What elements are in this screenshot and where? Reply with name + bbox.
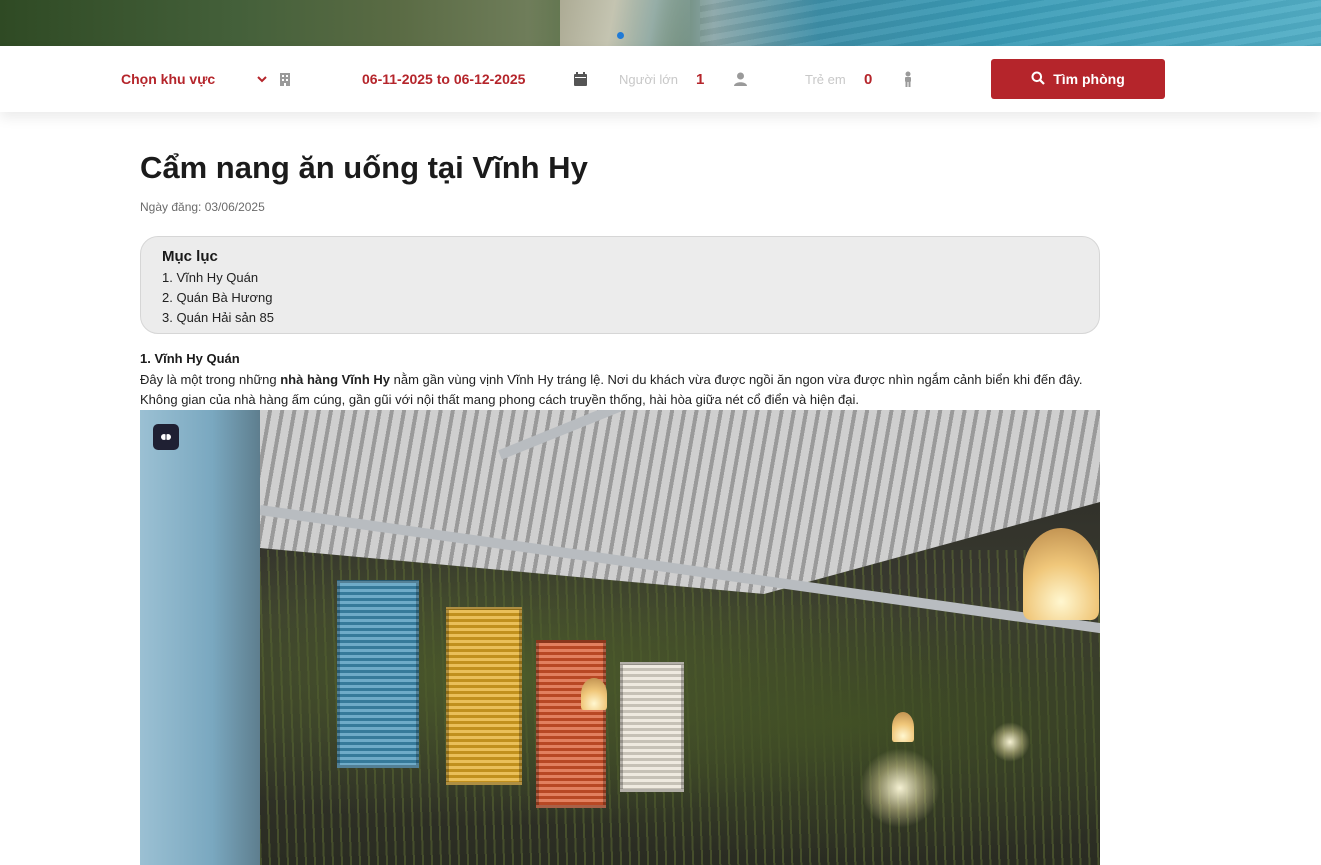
table-of-contents: Mục lục 1. Vĩnh Hy Quán 2. Quán Bà Hương… <box>140 236 1100 334</box>
hero-banner-image <box>0 0 1321 46</box>
publish-date: Ngày đăng: 03/06/2025 <box>140 200 265 214</box>
toc-item[interactable]: 1. Vĩnh Hy Quán <box>162 268 1078 288</box>
chevron-down-icon[interactable] <box>256 46 268 112</box>
building-icon <box>278 46 292 112</box>
paragraph-bold-text: nhà hàng Vĩnh Hy <box>280 372 391 387</box>
section-paragraph: Đây là một trong những nhà hàng Vĩnh Hy … <box>140 370 1100 410</box>
child-icon <box>903 46 913 112</box>
children-count[interactable]: 0 <box>864 46 872 112</box>
photo-light-glow <box>860 748 940 828</box>
search-button-label: Tìm phòng <box>1053 71 1125 87</box>
photo-lamp <box>581 678 607 710</box>
photo-shutter-blue <box>337 580 419 768</box>
toc-item[interactable]: 2. Quán Bà Hương <box>162 288 1078 308</box>
photo-lamp <box>1023 528 1099 620</box>
hero-rocks <box>560 0 690 46</box>
area-select[interactable]: Chọn khu vực <box>121 46 215 112</box>
photo-shutter-orange <box>536 640 606 808</box>
adults-label: Người lớn <box>619 71 678 87</box>
restaurant-photo <box>140 410 1100 865</box>
toc-item[interactable]: 3. Quán Hải sản 85 <box>162 308 1078 328</box>
ai-badge-icon[interactable] <box>153 424 179 450</box>
booking-search-bar: Chọn khu vực 06-11-2025 to 06-12-2025 Ng… <box>0 46 1321 112</box>
photo-wall <box>140 410 260 865</box>
carousel-indicator-dot[interactable] <box>617 32 624 39</box>
hero-sea <box>700 0 1321 46</box>
paragraph-text: Đây là một trong những <box>140 372 281 387</box>
search-icon <box>1031 71 1045 88</box>
photo-light-glow <box>990 722 1030 762</box>
photo-lamp <box>892 712 914 742</box>
toc-heading: Mục lục <box>162 248 218 265</box>
user-icon <box>734 46 747 112</box>
photo-shutter-white <box>620 662 684 792</box>
calendar-icon[interactable] <box>574 46 587 112</box>
section-heading: 1. Vĩnh Hy Quán <box>140 351 240 366</box>
photo-shutter-yellow <box>446 607 522 785</box>
search-rooms-button[interactable]: Tìm phòng <box>991 59 1165 99</box>
date-range-input[interactable]: 06-11-2025 to 06-12-2025 <box>362 46 525 112</box>
page-title: Cẩm nang ăn uống tại Vĩnh Hy <box>140 150 588 185</box>
children-label: Trẻ em <box>805 71 846 87</box>
adults-count[interactable]: 1 <box>696 46 704 112</box>
